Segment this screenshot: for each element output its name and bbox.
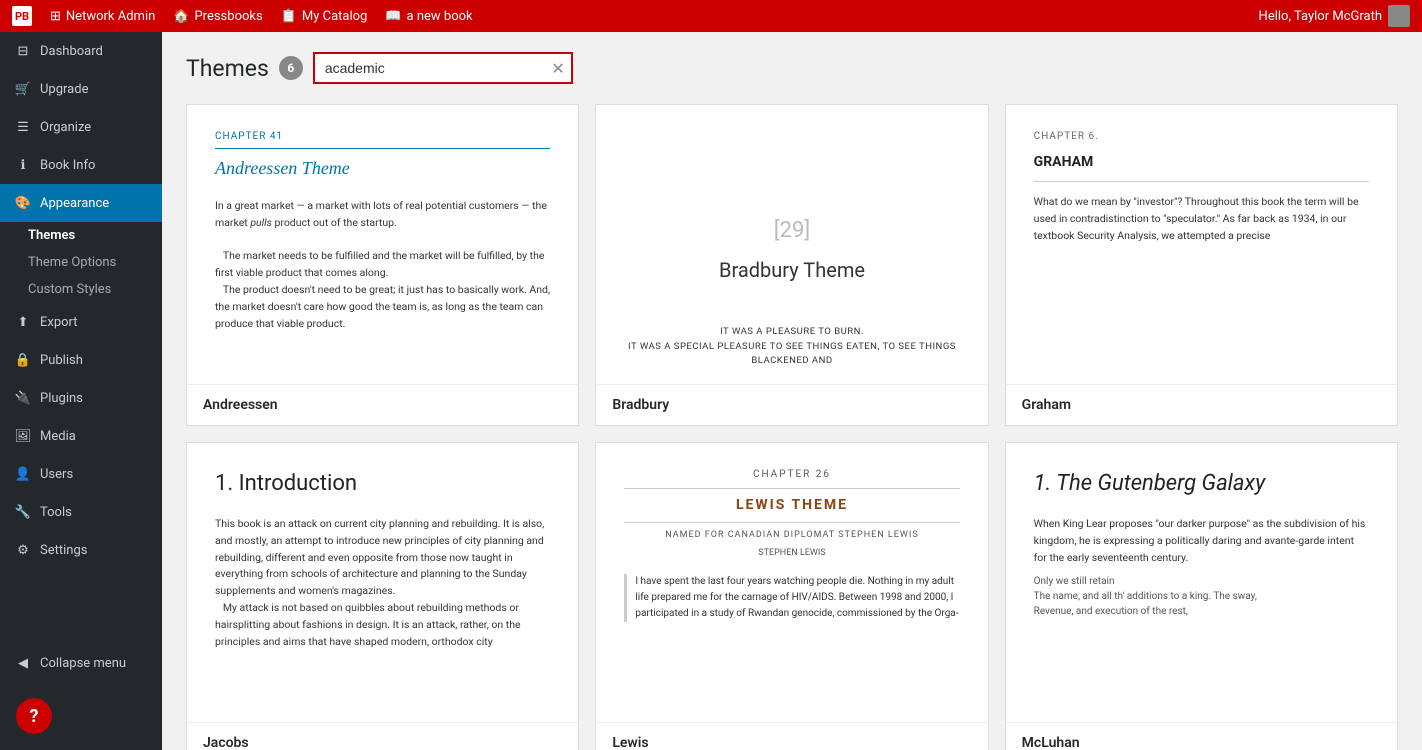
andreessen-chap-title: Andreessen Theme [215, 155, 550, 182]
sidebar-collapse[interactable]: ◀ Collapse menu [0, 644, 162, 682]
catalog-icon: 📋 [281, 9, 297, 24]
andreessen-body: In a great market — a market with lots o… [215, 198, 550, 332]
lewis-theme-title: LEWIS THEME [624, 488, 959, 523]
theme-preview-andreessen: CHAPTER 41 Andreessen Theme In a great m… [187, 105, 578, 385]
page-title: Themes [186, 55, 269, 82]
lewis-subtitle: NAMED FOR CANADIAN DIPLOMAT STEPHEN LEWI… [624, 529, 959, 543]
sidebar: ⊟ Dashboard 🛒 Upgrade ☰ Organize ℹ Book … [0, 32, 162, 750]
plugins-icon: 🔌 [14, 389, 32, 407]
sidebar-item-organize[interactable]: ☰ Organize [0, 108, 162, 146]
theme-preview-bradbury: [29] Bradbury Theme IT WAS A PLEASURE TO… [596, 105, 987, 385]
bradbury-name: Bradbury [596, 385, 987, 425]
search-wrapper: ✕ [313, 52, 573, 84]
sidebar-item-export[interactable]: ⬆ Export [0, 303, 162, 341]
theme-card-lewis[interactable]: Chapter 26 LEWIS THEME NAMED FOR CANADIA… [595, 442, 988, 750]
sidebar-item-upgrade[interactable]: 🛒 Upgrade [0, 70, 162, 108]
bradbury-num: [29] [774, 214, 810, 247]
book-icon: 📖 [385, 9, 401, 24]
help-button[interactable]: ? [16, 698, 52, 734]
upgrade-icon: 🛒 [14, 80, 32, 98]
media-icon: 🖼 [14, 427, 32, 445]
graham-title: GRAHAM [1034, 152, 1369, 182]
sidebar-sub-custom-styles[interactable]: Custom Styles [0, 276, 162, 303]
bookinfo-icon: ℹ [14, 156, 32, 174]
mcluhan-body: When King Lear proposes "our darker purp… [1034, 516, 1369, 566]
lewis-name: Lewis [596, 723, 987, 750]
lewis-body: I have spent the last four years watchin… [624, 574, 959, 622]
theme-preview-jacobs: 1. Introduction This book is an attack o… [187, 443, 578, 723]
theme-card-jacobs[interactable]: 1. Introduction This book is an attack o… [186, 442, 579, 750]
lewis-chap-label: Chapter 26 [624, 467, 959, 482]
search-input[interactable] [313, 52, 573, 84]
theme-preview-lewis: Chapter 26 LEWIS THEME NAMED FOR CANADIA… [596, 443, 987, 723]
sidebar-item-settings[interactable]: ⚙ Settings [0, 531, 162, 569]
publish-icon: 🔒 [14, 351, 32, 369]
mcluhan-small: Only we still retainThe name, and all th… [1034, 574, 1369, 619]
sidebar-item-media[interactable]: 🖼 Media [0, 417, 162, 455]
layout: ⊟ Dashboard 🛒 Upgrade ☰ Organize ℹ Book … [0, 32, 1422, 750]
search-clear-button[interactable]: ✕ [551, 59, 564, 78]
pb-logo[interactable]: PB [12, 6, 32, 26]
themes-grid: CHAPTER 41 Andreessen Theme In a great m… [186, 104, 1398, 750]
sidebar-sub-themes[interactable]: Themes [0, 222, 162, 249]
users-icon: 👤 [14, 465, 32, 483]
network-admin-icon: ⊞ [50, 9, 61, 24]
mcluhan-name: McLuhan [1006, 723, 1397, 750]
graham-body: What do we mean by "investor"? Throughou… [1034, 194, 1369, 244]
bradbury-title: Bradbury Theme [719, 255, 865, 285]
dashboard-icon: ⊟ [14, 42, 32, 60]
topbar-left: PB ⊞ Network Admin 🏠 Pressbooks 📋 My Cat… [12, 6, 473, 26]
theme-card-mcluhan[interactable]: 1. The Gutenberg Galaxy When King Lear p… [1005, 442, 1398, 750]
pressbooks-icon: 🏠 [173, 9, 189, 24]
export-icon: ⬆ [14, 313, 32, 331]
theme-count-badge: 6 [279, 56, 303, 80]
graham-name: Graham [1006, 385, 1397, 425]
main-content: Themes 6 ✕ CHAPTER 41 Andreessen Theme I… [162, 32, 1422, 750]
sidebar-item-book-info[interactable]: ℹ Book Info [0, 146, 162, 184]
topbar-network-admin[interactable]: ⊞ Network Admin [50, 9, 155, 24]
mcluhan-title: 1. The Gutenberg Galaxy [1034, 467, 1369, 500]
greeting-text: Hello, Taylor McGrath [1259, 9, 1382, 24]
collapse-icon: ◀ [14, 654, 32, 672]
avatar[interactable] [1388, 5, 1410, 27]
theme-card-andreessen[interactable]: CHAPTER 41 Andreessen Theme In a great m… [186, 104, 579, 426]
sidebar-item-publish[interactable]: 🔒 Publish [0, 341, 162, 379]
sidebar-item-users[interactable]: 👤 Users [0, 455, 162, 493]
organize-icon: ☰ [14, 118, 32, 136]
theme-card-graham[interactable]: CHAPTER 6. GRAHAM What do we mean by "in… [1005, 104, 1398, 426]
theme-card-bradbury[interactable]: [29] Bradbury Theme IT WAS A PLEASURE TO… [595, 104, 988, 426]
tools-icon: 🔧 [14, 503, 32, 521]
jacobs-title: 1. Introduction [215, 467, 550, 500]
page-header: Themes 6 ✕ [186, 52, 1398, 84]
sidebar-item-tools[interactable]: 🔧 Tools [0, 493, 162, 531]
settings-icon: ⚙ [14, 541, 32, 559]
theme-preview-graham: CHAPTER 6. GRAHAM What do we mean by "in… [1006, 105, 1397, 385]
theme-preview-mcluhan: 1. The Gutenberg Galaxy When King Lear p… [1006, 443, 1397, 723]
andreessen-name: Andreessen [187, 385, 578, 425]
topbar: PB ⊞ Network Admin 🏠 Pressbooks 📋 My Cat… [0, 0, 1422, 32]
sidebar-item-dashboard[interactable]: ⊟ Dashboard [0, 32, 162, 70]
lewis-author: STEPHEN LEWIS [624, 547, 959, 561]
graham-chap-label: CHAPTER 6. [1034, 129, 1369, 144]
andreessen-chap-label: CHAPTER 41 [215, 129, 550, 149]
topbar-new-book[interactable]: 📖 a new book [385, 9, 472, 24]
jacobs-body: This book is an attack on current city p… [215, 516, 550, 650]
topbar-pressbooks[interactable]: 🏠 Pressbooks [173, 9, 262, 24]
sidebar-sub-theme-options[interactable]: Theme Options [0, 249, 162, 276]
appearance-icon: 🎨 [14, 194, 32, 212]
sidebar-item-appearance[interactable]: 🎨 Appearance [0, 184, 162, 222]
jacobs-name: Jacobs [187, 723, 578, 750]
bradbury-footer: IT WAS A PLEASURE TO BURN.It was a speci… [624, 325, 959, 368]
sidebar-item-plugins[interactable]: 🔌 Plugins [0, 379, 162, 417]
topbar-my-catalog[interactable]: 📋 My Catalog [281, 9, 368, 24]
topbar-right: Hello, Taylor McGrath [1259, 5, 1410, 27]
